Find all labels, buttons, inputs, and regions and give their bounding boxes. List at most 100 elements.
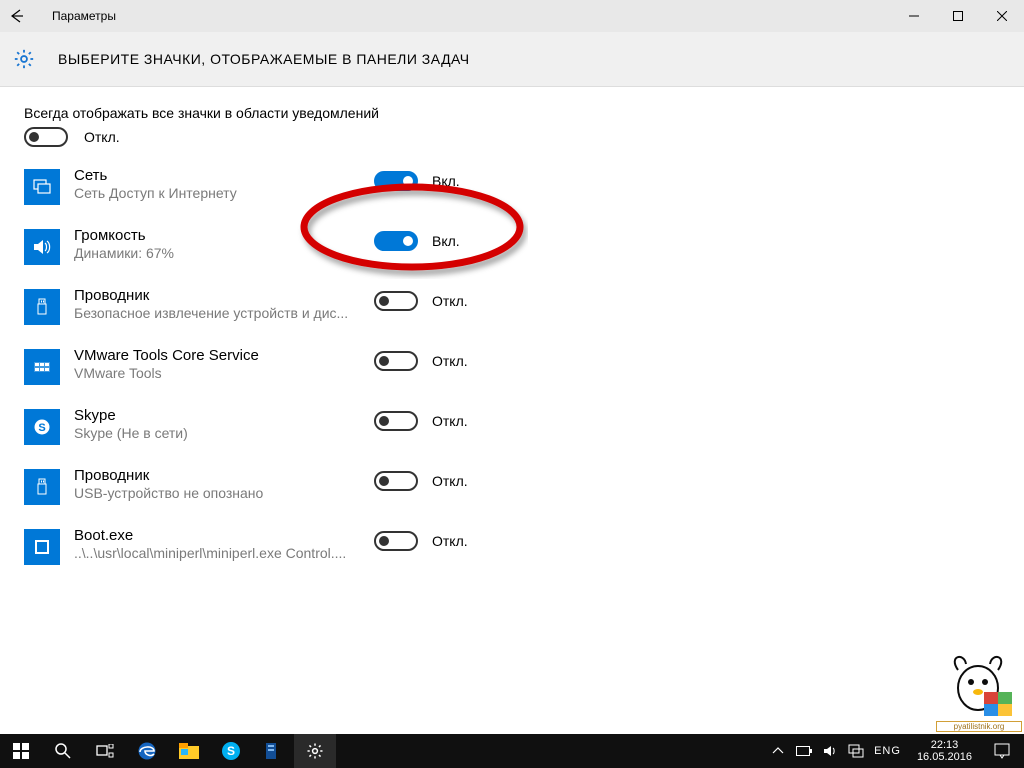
item-texts: ГромкостьДинамики: 67% (74, 225, 374, 262)
item-toggle[interactable] (374, 231, 418, 251)
item-control: Откл. (374, 351, 468, 371)
svg-text:S: S (227, 744, 235, 758)
master-toggle[interactable] (24, 127, 68, 147)
item-toggle[interactable] (374, 291, 418, 311)
item-title: Сеть (74, 167, 374, 185)
item-title: Skype (74, 407, 374, 425)
item-state: Откл. (432, 353, 468, 369)
gear-icon (306, 742, 324, 760)
master-state: Откл. (84, 129, 120, 145)
volume-icon (24, 229, 60, 265)
tray-clock[interactable]: 22:13 16.05.2016 (911, 739, 978, 763)
close-button[interactable] (980, 0, 1024, 32)
gear-icon (12, 47, 36, 71)
network-icon (24, 169, 60, 205)
item-control: Откл. (374, 411, 468, 431)
notification-icon (994, 743, 1010, 759)
start-button[interactable] (0, 734, 42, 768)
tray-language[interactable]: ENG (874, 745, 901, 757)
item-texts: VMware Tools Core ServiceVMware Tools (74, 345, 374, 382)
item-subtitle: USB-устройство не опознано (74, 485, 374, 502)
tray-battery-icon[interactable] (796, 743, 812, 759)
taskbar-app[interactable] (252, 734, 294, 768)
skype-icon: S (221, 741, 241, 761)
item-texts: Boot.exe..\..\usr\local\miniperl\miniper… (74, 525, 374, 562)
minimize-button[interactable] (892, 0, 936, 32)
list-item: S SkypeSkype (Не в сети) Откл. (24, 405, 1000, 465)
taskview-icon (96, 744, 114, 758)
item-state: Откл. (432, 533, 468, 549)
item-texts: ПроводникUSB-устройство не опознано (74, 465, 374, 502)
maximize-button[interactable] (936, 0, 980, 32)
list-item: ПроводникUSB-устройство не опознано Откл. (24, 465, 1000, 525)
master-label: Всегда отображать все значки в области у… (24, 105, 1000, 121)
list-item: Boot.exe..\..\usr\local\miniperl\miniper… (24, 525, 1000, 585)
search-icon (54, 742, 72, 760)
svg-text:S: S (38, 422, 45, 434)
content: Всегда отображать все значки в области у… (0, 87, 1024, 603)
list-item: СетьСеть Доступ к Интернету Вкл. (24, 165, 1000, 225)
list-item: ПроводникБезопасное извлечение устройств… (24, 285, 1000, 345)
taskview-button[interactable] (84, 734, 126, 768)
watermark-caption: pyatilistnik.org (936, 721, 1022, 732)
item-title: Проводник (74, 287, 374, 305)
tray-time: 22:13 (917, 739, 972, 751)
item-title: Громкость (74, 227, 374, 245)
item-control: Откл. (374, 471, 468, 491)
item-title: Boot.exe (74, 527, 374, 545)
item-control: Откл. (374, 531, 468, 551)
item-state: Вкл. (432, 233, 460, 249)
skype-icon: S (24, 409, 60, 445)
search-button[interactable] (42, 734, 84, 768)
item-toggle[interactable] (374, 411, 418, 431)
action-center-button[interactable] (988, 734, 1016, 768)
arrow-left-icon (8, 8, 24, 24)
notification-icon-list: СетьСеть Доступ к ИнтернетуВкл.Громкость… (24, 165, 1000, 585)
item-state: Откл. (432, 473, 468, 489)
tray-chevron[interactable] (770, 743, 786, 759)
master-toggle-row: Всегда отображать все значки в области у… (24, 105, 1000, 147)
window-controls (892, 0, 1024, 32)
edge-icon (137, 741, 157, 761)
taskbar: S ENG (0, 734, 1024, 768)
item-control: Вкл. (374, 171, 460, 191)
taskbar-skype[interactable]: S (210, 734, 252, 768)
item-state: Откл. (432, 413, 468, 429)
item-subtitle: Безопасное извлечение устройств и дис... (74, 305, 374, 322)
list-item: VMware Tools Core ServiceVMware Tools Отк… (24, 345, 1000, 405)
windows-icon (13, 743, 29, 759)
taskbar-settings[interactable] (294, 734, 336, 768)
tray-date: 16.05.2016 (917, 751, 972, 763)
item-subtitle: Skype (Не в сети) (74, 425, 374, 442)
item-title: VMware Tools Core Service (74, 347, 374, 365)
system-tray: ENG 22:13 16.05.2016 (770, 734, 1024, 768)
titlebar: Параметры (0, 0, 1024, 32)
item-subtitle: Динамики: 67% (74, 245, 374, 262)
folder-icon (179, 743, 199, 759)
tray-network-icon[interactable] (848, 743, 864, 759)
tray-volume-icon[interactable] (822, 743, 838, 759)
item-toggle[interactable] (374, 351, 418, 371)
item-toggle[interactable] (374, 531, 418, 551)
item-subtitle: VMware Tools (74, 365, 374, 382)
item-toggle[interactable] (374, 171, 418, 191)
taskbar-explorer[interactable] (168, 734, 210, 768)
item-control: Вкл. (374, 231, 460, 251)
item-subtitle: Сеть Доступ к Интернету (74, 185, 374, 202)
item-state: Откл. (432, 293, 468, 309)
usb-icon (24, 469, 60, 505)
item-toggle[interactable] (374, 471, 418, 491)
item-texts: SkypeSkype (Не в сети) (74, 405, 374, 442)
item-control: Откл. (374, 291, 468, 311)
boot-icon (24, 529, 60, 565)
item-texts: ПроводникБезопасное извлечение устройств… (74, 285, 374, 322)
app-icon (264, 742, 282, 760)
page-heading: ВЫБЕРИТЕ ЗНАЧКИ, ОТОБРАЖАЕМЫЕ В ПАНЕЛИ З… (58, 51, 470, 67)
taskbar-edge[interactable] (126, 734, 168, 768)
vmware-icon (24, 349, 60, 385)
back-button[interactable] (0, 0, 32, 32)
item-state: Вкл. (432, 173, 460, 189)
item-subtitle: ..\..\usr\local\miniperl\miniperl.exe Co… (74, 545, 374, 562)
page-header: ВЫБЕРИТЕ ЗНАЧКИ, ОТОБРАЖАЕМЫЕ В ПАНЕЛИ З… (0, 32, 1024, 87)
list-item: ГромкостьДинамики: 67% Вкл. (24, 225, 1000, 285)
